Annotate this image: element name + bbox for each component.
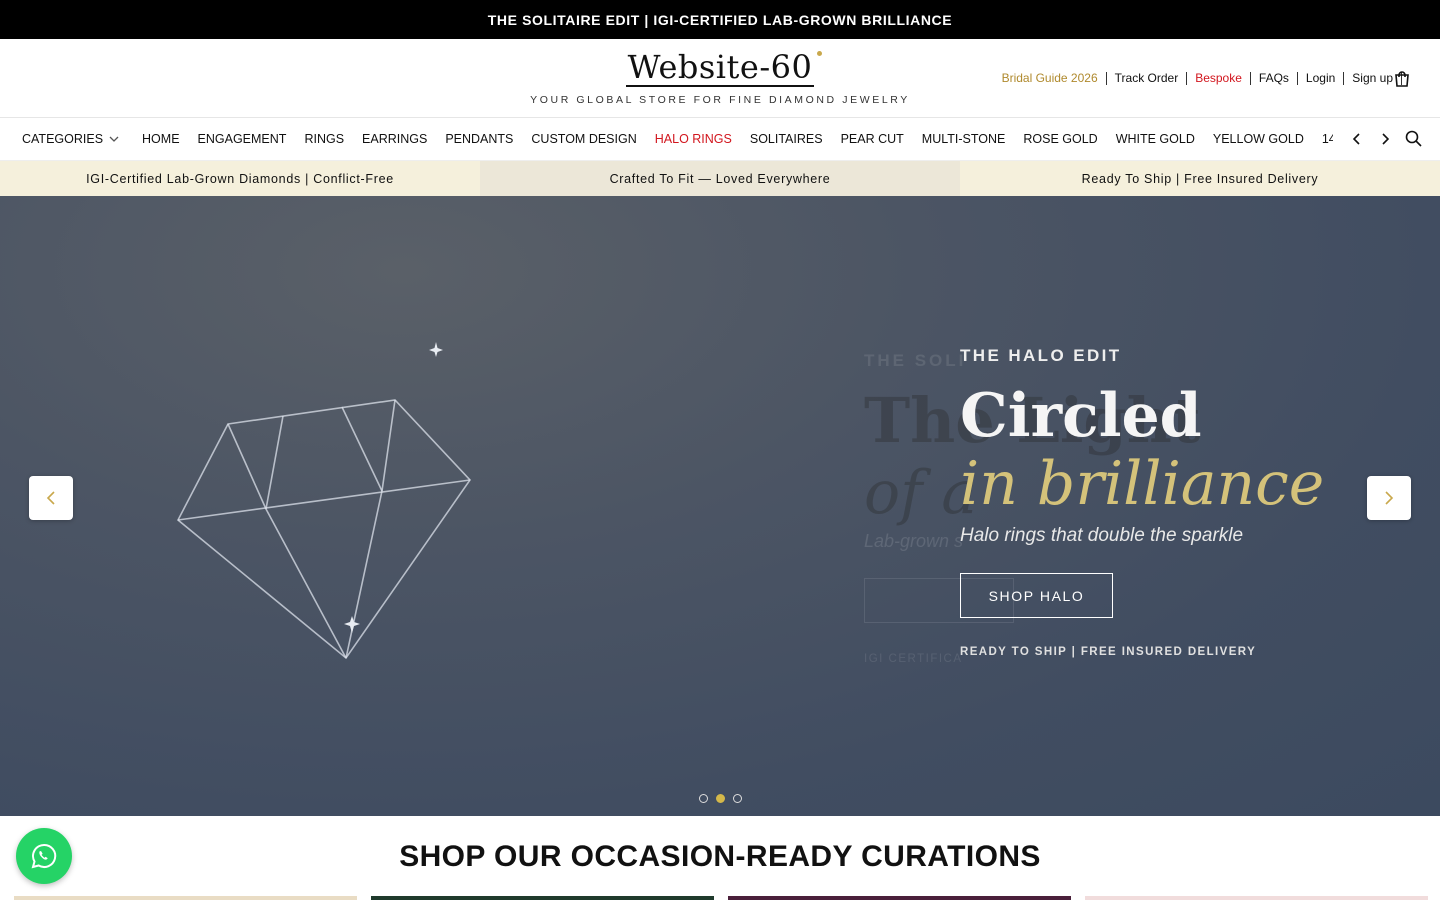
logo-dot — [817, 51, 823, 56]
search-icon[interactable] — [1405, 130, 1422, 150]
carousel-next-button[interactable] — [1367, 476, 1411, 520]
nav-item-14k-gold[interactable]: 14K GOLD — [1313, 132, 1333, 146]
curation-card[interactable] — [1085, 896, 1428, 900]
utility-links: Bridal Guide 2026 Track Order Bespoke FA… — [994, 72, 1402, 85]
usp-bar: IGI-Certified Lab-Grown Diamonds | Confl… — [0, 161, 1440, 196]
carousel-dot-2[interactable] — [715, 794, 725, 803]
hero-foot-text: READY TO SHIP | FREE INSURED DELIVERY — [960, 646, 1257, 658]
whatsapp-icon — [31, 843, 57, 869]
nav-item-pendants[interactable]: PENDANTS — [436, 132, 522, 146]
curation-card[interactable] — [728, 896, 1071, 900]
nav-item-white-gold[interactable]: WHITE GOLD — [1107, 132, 1204, 146]
nav-item-home[interactable]: HOME — [133, 132, 189, 146]
curation-card[interactable] — [14, 896, 357, 900]
nav-item-rose-gold[interactable]: ROSE GOLD — [1014, 132, 1106, 146]
carousel-dots — [0, 794, 1440, 803]
categories-label: CATEGORIES — [22, 132, 104, 146]
nav-item-halo-rings[interactable]: HALO RINGS — [646, 132, 741, 146]
usp-item: Ready To Ship | Free Insured Delivery — [960, 161, 1440, 196]
bridal-guide-link[interactable]: Bridal Guide 2026 — [994, 72, 1107, 85]
hero-title-line1: Circled — [960, 381, 1202, 451]
hero-eyebrow: THE HALO EDIT — [960, 346, 1122, 365]
logo-text: Website-60 — [627, 48, 813, 86]
announcement-bar: THE SOLITAIRE EDIT | IGI-CERTIFIED LAB-G… — [0, 0, 1440, 39]
hero-title-line2: in brilliance — [960, 449, 1325, 519]
chevron-left-icon — [46, 491, 55, 505]
faqs-link[interactable]: FAQs — [1251, 72, 1298, 85]
main-nav: CATEGORIES HOME ENGAGEMENT RINGS EARRING… — [0, 118, 1440, 161]
curation-cards — [14, 896, 1428, 900]
curation-card[interactable] — [371, 896, 714, 900]
ghost-slide-subtitle: Lab-grown s — [864, 531, 964, 551]
chevron-left-icon[interactable] — [1350, 130, 1364, 148]
carousel-dot-3[interactable] — [732, 794, 742, 803]
site-header: Website-60 YOUR GLOBAL STORE FOR FINE DI… — [0, 39, 1440, 118]
hero-slide-content: THE HALO EDIT Circled in brilliance Halo… — [960, 346, 1324, 658]
diamond-illustration — [176, 342, 472, 660]
nav-item-yellow-gold[interactable]: YELLOW GOLD — [1204, 132, 1313, 146]
bespoke-link[interactable]: Bespoke — [1187, 72, 1251, 85]
chevron-right-icon[interactable] — [1378, 130, 1392, 148]
carousel-prev-button[interactable] — [29, 476, 73, 520]
hero-carousel: THE SOLI The Light of a Lab-grown s IGI … — [0, 196, 1440, 816]
announcement-text: THE SOLITAIRE EDIT | IGI-CERTIFIED LAB-G… — [487, 11, 953, 28]
nav-item-multi-stone[interactable]: MULTI-STONE — [913, 132, 1015, 146]
nav-item-custom-design[interactable]: CUSTOM DESIGN — [522, 132, 645, 146]
nav-scroll-arrows — [1350, 130, 1392, 148]
nav-item-solitaires[interactable]: SOLITAIRES — [741, 132, 832, 146]
carousel-dot-1[interactable] — [698, 794, 708, 803]
site-tagline: YOUR GLOBAL STORE FOR FINE DIAMOND JEWEL… — [530, 94, 910, 106]
ghost-slide-foot: IGI CERTIFICA — [864, 653, 963, 665]
usp-item: Crafted To Fit — Loved Everywhere — [480, 161, 960, 196]
login-link[interactable]: Login — [1298, 72, 1345, 85]
shop-halo-button[interactable]: SHOP HALO — [960, 573, 1113, 618]
nav-items: HOME ENGAGEMENT RINGS EARRINGS PENDANTS … — [133, 132, 1333, 146]
categories-dropdown[interactable]: CATEGORIES — [0, 132, 119, 146]
shopping-bag-icon[interactable] — [1392, 69, 1412, 89]
chevron-right-icon — [1385, 491, 1394, 505]
nav-item-pear-cut[interactable]: PEAR CUT — [832, 132, 913, 146]
hero-subtitle: Halo rings that double the sparkle — [960, 525, 1244, 546]
nav-item-rings[interactable]: RINGS — [295, 132, 353, 146]
usp-item: IGI-Certified Lab-Grown Diamonds | Confl… — [0, 161, 480, 196]
site-logo[interactable]: Website-60 — [625, 48, 823, 87]
section-title: SHOP OUR OCCASION-READY CURATIONS — [399, 840, 1041, 873]
nav-item-engagement[interactable]: ENGAGEMENT — [189, 132, 296, 146]
ghost-slide-eyebrow: THE SOLI — [864, 351, 967, 370]
chevron-down-icon — [109, 136, 119, 142]
nav-item-earrings[interactable]: EARRINGS — [353, 132, 436, 146]
whatsapp-button[interactable] — [16, 828, 72, 884]
track-order-link[interactable]: Track Order — [1107, 72, 1188, 85]
